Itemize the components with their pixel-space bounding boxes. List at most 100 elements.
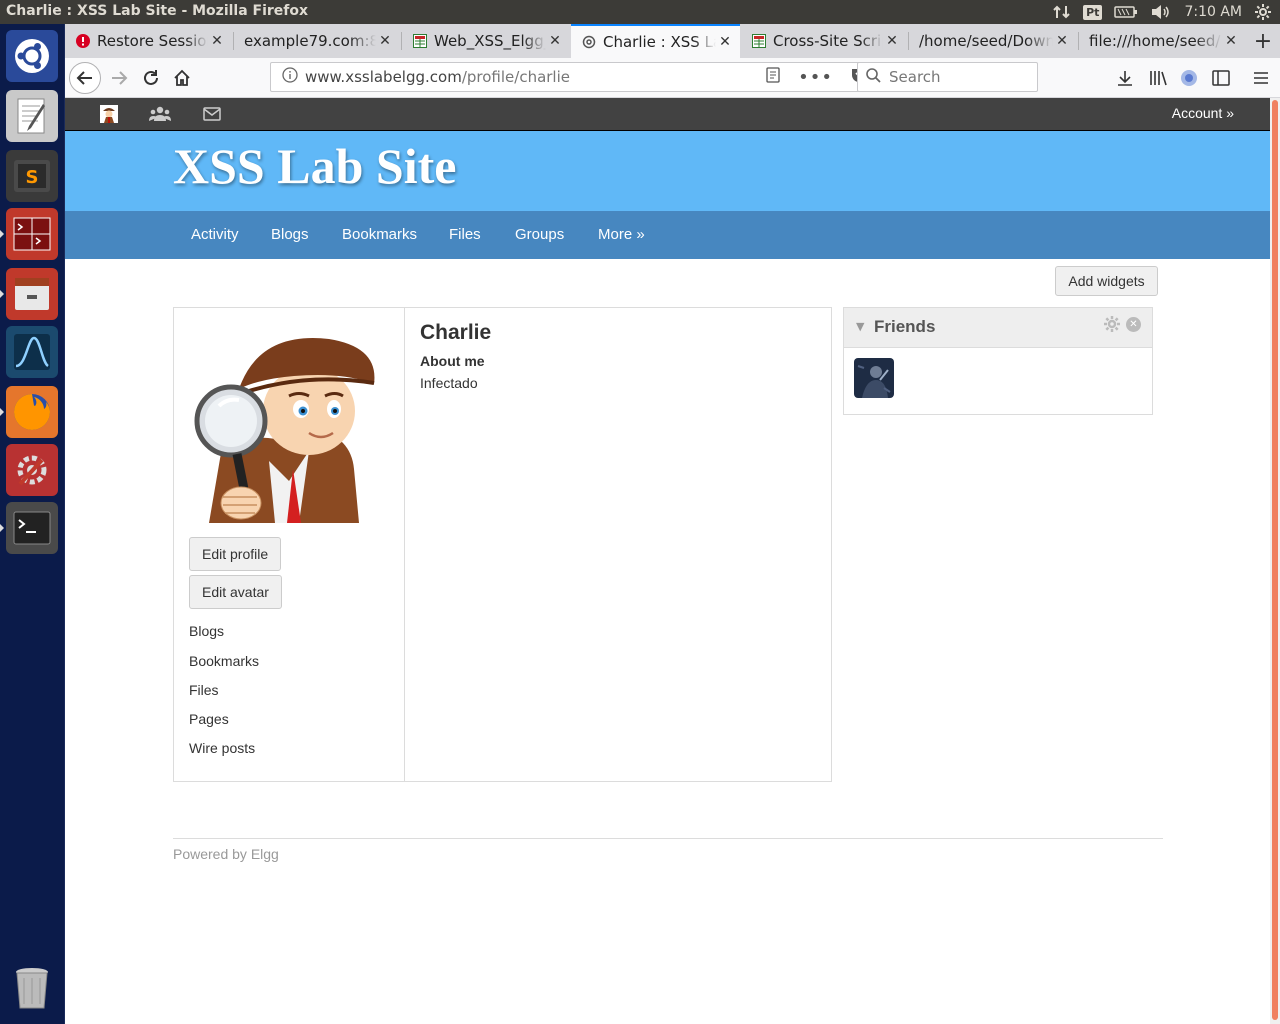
text-editor-icon[interactable] <box>6 90 58 142</box>
url-domain: www.xsslabelgg.com <box>305 68 462 86</box>
widget-settings-icon[interactable] <box>1104 316 1120 336</box>
reader-view-icon[interactable] <box>766 67 780 87</box>
tab-label: Cross-Site Script <box>773 32 883 50</box>
tab-web-xss-elgg[interactable]: Web_XSS_Elgg_ ✕ <box>402 24 570 58</box>
profile-link-bookmarks[interactable]: Bookmarks <box>189 653 259 669</box>
account-menu-link[interactable]: Account » <box>1172 105 1234 121</box>
user-avatar-icon[interactable] <box>99 104 119 124</box>
extension-icon[interactable] <box>1177 66 1201 90</box>
sublime-text-icon[interactable]: S <box>6 150 58 202</box>
friend-avatar[interactable] <box>854 358 894 398</box>
profile-link-pages[interactable]: Pages <box>189 711 229 727</box>
system-indicators: Pt 7:10 AM <box>1053 0 1272 24</box>
profile-link-files[interactable]: Files <box>189 682 219 698</box>
close-tab-icon[interactable]: ✕ <box>883 33 901 49</box>
messages-icon[interactable] <box>202 104 222 124</box>
menu-item-files[interactable]: Files <box>449 226 481 243</box>
close-tab-icon[interactable]: ✕ <box>376 33 394 49</box>
close-tab-icon[interactable]: ✕ <box>1222 33 1240 49</box>
svg-text:S: S <box>26 167 39 188</box>
tab-label: example79.com:80 <box>244 32 376 50</box>
back-button[interactable] <box>69 62 101 94</box>
friends-widget-header: ▼ Friends ✕ <box>844 308 1152 348</box>
ubuntu-dash-icon[interactable] <box>6 30 58 82</box>
friends-widget-title: Friends <box>874 317 936 336</box>
close-tab-icon[interactable]: ✕ <box>208 33 226 49</box>
address-bar[interactable]: www.xsslabelgg.com/profile/charlie ••• <box>270 62 911 92</box>
footer-divider <box>173 838 1163 839</box>
profile-box: Edit profile Edit avatar Blogs Bookmarks… <box>173 307 832 782</box>
navigation-toolbar: www.xsslabelgg.com/profile/charlie ••• S… <box>65 58 1280 98</box>
tab-strip: Restore Session ✕ example79.com:80 ✕ Web… <box>65 24 1280 58</box>
forward-button[interactable] <box>103 62 135 94</box>
trash-icon[interactable] <box>6 962 58 1014</box>
search-icon <box>866 67 881 87</box>
search-placeholder: Search <box>889 68 941 86</box>
terminal-icon[interactable] <box>6 502 58 554</box>
terminator-icon[interactable] <box>6 208 58 260</box>
scrollbar-thumb[interactable] <box>1272 100 1278 1020</box>
page-actions-icon[interactable]: ••• <box>798 67 833 88</box>
tab-file-home-seed[interactable]: file:///home/seed/ ✕ <box>1079 24 1246 58</box>
new-tab-button[interactable]: + <box>1246 24 1280 58</box>
keyboard-layout-indicator[interactable]: Pt <box>1083 4 1103 20</box>
menu-item-groups[interactable]: Groups <box>515 226 564 243</box>
clock[interactable]: 7:10 AM <box>1184 4 1242 20</box>
volume-icon[interactable] <box>1150 4 1172 20</box>
menu-icon[interactable] <box>1249 66 1273 90</box>
doc-icon <box>412 33 428 49</box>
close-tab-icon[interactable]: ✕ <box>716 34 734 50</box>
page-scrollbar[interactable] <box>1270 98 1280 1024</box>
menu-item-more[interactable]: More » <box>598 226 645 243</box>
tab-restore-session[interactable]: Restore Session ✕ <box>65 24 232 58</box>
site-menu: Activity Blogs Bookmarks Files Groups Mo… <box>65 211 1270 259</box>
launcher-pip <box>0 408 4 416</box>
launcher-pip <box>0 230 4 238</box>
downloads-icon[interactable] <box>1113 66 1137 90</box>
edit-avatar-button[interactable]: Edit avatar <box>189 575 282 609</box>
close-tab-icon[interactable]: ✕ <box>1053 33 1071 49</box>
sidebar-icon[interactable] <box>1209 66 1233 90</box>
gear-icon[interactable] <box>1254 3 1272 21</box>
firefox-icon[interactable] <box>6 386 58 438</box>
search-bar[interactable]: Search <box>857 62 1038 92</box>
library-icon[interactable] <box>1147 66 1171 90</box>
powered-by-elgg[interactable]: Powered by Elgg <box>173 846 279 862</box>
site-title[interactable]: XSS Lab Site <box>173 137 456 195</box>
url-path: /profile/charlie <box>461 68 570 86</box>
profile-link-blogs[interactable]: Blogs <box>189 623 224 639</box>
friends-icon[interactable] <box>149 104 171 124</box>
tab-home-seed-downloads[interactable]: /home/seed/Down ✕ <box>909 24 1077 58</box>
window-title: Charlie : XSS Lab Site - Mozilla Firefox <box>6 3 309 19</box>
wireshark-icon[interactable] <box>6 326 58 378</box>
profile-link-wire-posts[interactable]: Wire posts <box>189 740 255 756</box>
site-info-icon[interactable] <box>279 67 301 87</box>
tab-label: Web_XSS_Elgg_ <box>434 32 546 50</box>
profile-name: Charlie <box>420 321 492 344</box>
warning-icon <box>75 33 91 49</box>
edit-profile-button[interactable]: Edit profile <box>189 537 282 571</box>
launcher-pip <box>0 290 4 298</box>
widget-close-icon[interactable]: ✕ <box>1126 317 1141 332</box>
doc-icon <box>751 33 767 49</box>
tab-charlie-xss-lab[interactable]: Charlie : XSS Lab ✕ <box>571 24 740 58</box>
close-tab-icon[interactable]: ✕ <box>546 33 564 49</box>
tab-cross-site-scripting[interactable]: Cross-Site Script ✕ <box>741 24 907 58</box>
menu-item-blogs[interactable]: Blogs <box>271 226 309 243</box>
system-settings-icon[interactable] <box>6 444 58 496</box>
collapse-icon[interactable]: ▼ <box>856 320 864 333</box>
menu-item-bookmarks[interactable]: Bookmarks <box>342 226 417 243</box>
tab-example79[interactable]: example79.com:80 ✕ <box>234 24 400 58</box>
elgg-topbar: Account » <box>65 98 1270 131</box>
reload-button[interactable] <box>135 62 167 94</box>
network-icon[interactable] <box>1053 4 1071 20</box>
file-manager-icon[interactable] <box>6 268 58 320</box>
avatar[interactable] <box>189 321 389 523</box>
elgg-icon <box>581 34 597 50</box>
battery-icon[interactable] <box>1114 5 1138 19</box>
add-widgets-button[interactable]: Add widgets <box>1055 266 1158 296</box>
tab-label: Charlie : XSS Lab <box>603 33 716 51</box>
tab-label: Restore Session <box>97 32 208 50</box>
home-button[interactable] <box>166 62 198 94</box>
menu-item-activity[interactable]: Activity <box>191 226 239 243</box>
